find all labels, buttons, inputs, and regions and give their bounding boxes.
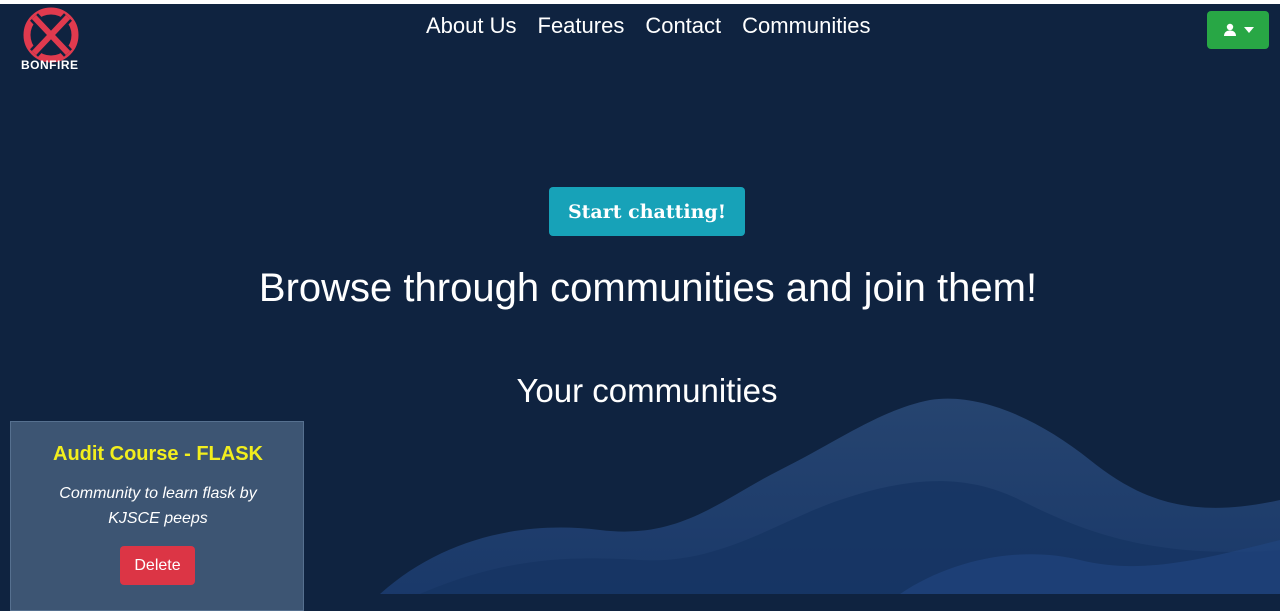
nav-features[interactable]: Features [538,13,625,39]
caret-down-icon [1243,27,1254,33]
nav-contact[interactable]: Contact [645,13,721,39]
delete-button[interactable]: Delete [120,546,195,585]
nav-communities[interactable]: Communities [742,13,870,39]
community-card: Audit Course - FLASK Community to learn … [10,421,304,611]
community-title: Audit Course - FLASK [53,443,263,465]
page-headline: Browse through communities and join them… [258,266,1038,310]
communities-heading: Your communities [516,372,778,409]
start-chatting-button[interactable]: Start chatting! [549,187,745,236]
main-nav: About Us Features Contact Communities [426,13,892,39]
brand-name: BONFIRE [21,58,79,72]
nav-about-us[interactable]: About Us [426,13,517,39]
community-description: Community to learn flask by KJSCE peeps [59,485,257,527]
user-menu-button[interactable] [1207,11,1269,49]
user-icon [1223,23,1236,36]
